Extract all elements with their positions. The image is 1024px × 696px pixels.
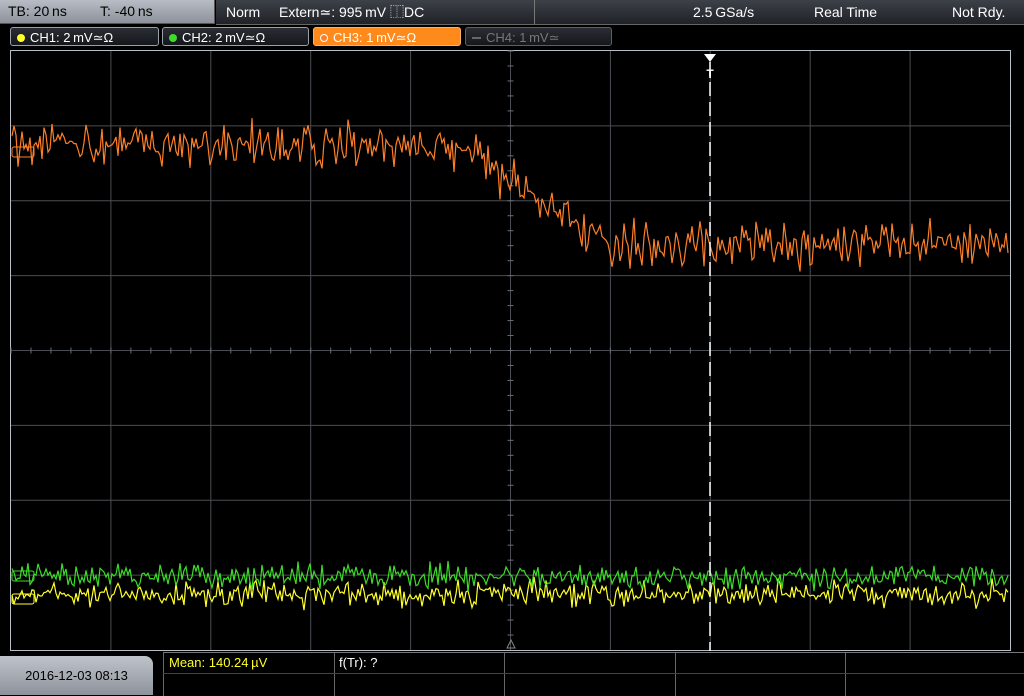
- trigger-arrow-icon[interactable]: [704, 54, 716, 62]
- graticule: [10, 50, 1010, 650]
- divider: [504, 653, 505, 696]
- frequency-measurement[interactable]: f(Tr): ?: [339, 653, 378, 673]
- divider: [163, 653, 164, 696]
- measurement-panel[interactable]: Mean: 140.24 µV f(Tr): ?: [163, 652, 1024, 696]
- divider: [163, 673, 1024, 674]
- divider: [334, 653, 335, 696]
- mean-measurement[interactable]: Mean: 140.24 µV: [169, 653, 267, 673]
- divider: [675, 653, 676, 696]
- trigger-marker-label: T: [706, 67, 714, 81]
- datetime-display: 2016-12-03 08:13: [0, 656, 153, 695]
- divider: [845, 653, 846, 696]
- waveform-canvas: T: [10, 50, 1010, 651]
